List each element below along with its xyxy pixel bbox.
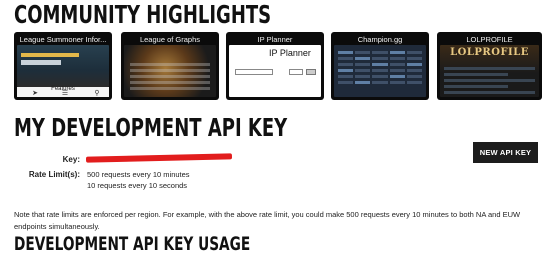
tile-title: LOLPROFILE: [466, 35, 513, 44]
development-api-key-heading: MY DEVELOPMENT API KEY: [14, 113, 288, 142]
tile-league-summoner-info[interactable]: League Summoner Infor... Features ➤ ☰ ⚲: [14, 32, 112, 100]
rate-limit-label: Rate Limit(s):: [28, 170, 80, 179]
rate-limit-note: Note that rate limits are enforced per r…: [14, 210, 521, 231]
tile-screenshot: [17, 45, 109, 87]
community-highlights-tiles: League Summoner Infor... Features ➤ ☰ ⚲ …: [14, 32, 542, 100]
rate-limit-value: 500 requests every 10 minutes: [87, 170, 190, 179]
rocket-icon: ➤: [32, 90, 38, 97]
lolprofile-logo: LOLPROFILE: [450, 47, 529, 58]
tile-lolprofile[interactable]: LOLPROFILE LOLPROFILE: [437, 32, 542, 100]
tile-screenshot: LOLPROFILE: [440, 45, 539, 97]
api-key-usage-heading: DEVELOPMENT API KEY USAGE: [14, 233, 251, 255]
tile-screenshot: [334, 45, 426, 97]
community-highlights-heading: COMMUNITY HIGHLIGHTS: [14, 0, 272, 29]
tile-title: League of Graphs: [139, 35, 201, 44]
tile-title: IP Planner: [257, 35, 293, 44]
menu-icon: ☰: [61, 90, 69, 97]
tile-screenshot: IP Planner: [229, 45, 321, 97]
new-api-key-button[interactable]: NEW API KEY: [473, 142, 538, 163]
tile-title: Champion.gg: [357, 35, 403, 44]
tile-ip-planner[interactable]: IP Planner IP Planner: [226, 32, 324, 100]
features-bar: Features ➤ ☰ ⚲: [17, 86, 109, 97]
ip-planner-inner-title: IP Planner: [269, 48, 311, 58]
search-icon: ⚲: [94, 90, 100, 97]
key-label: Key:: [62, 155, 80, 164]
tile-screenshot: [124, 45, 216, 97]
tile-title: League Summoner Infor...: [19, 35, 107, 44]
tile-league-of-graphs[interactable]: League of Graphs: [121, 32, 219, 100]
tile-champion-gg[interactable]: Champion.gg: [331, 32, 429, 100]
api-key-redacted: [85, 153, 233, 163]
rate-limit-value: 10 requests every 10 seconds: [87, 181, 188, 190]
